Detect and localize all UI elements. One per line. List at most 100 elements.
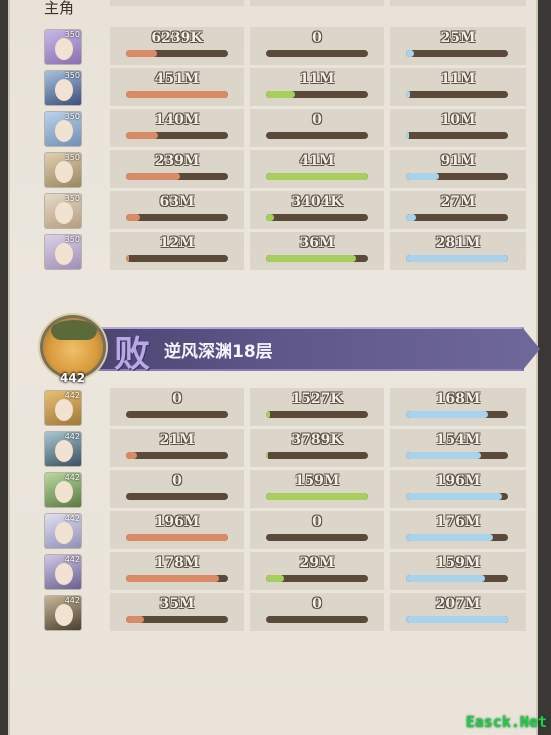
tank-bar	[266, 493, 368, 500]
damage-cell: 0	[110, 388, 244, 426]
hero-stat-row: 350 63M 3404K 27M	[40, 191, 526, 229]
hero-stat-row: 350 6239K 0 25M	[40, 27, 526, 65]
tank-bar	[266, 50, 368, 57]
hero-portrait[interactable]: 350	[44, 234, 82, 270]
damage-bar	[126, 255, 228, 262]
hero-face-icon	[55, 522, 73, 544]
tank-cell: 159M	[250, 470, 384, 508]
banner-ribbon	[94, 327, 524, 371]
heal-bar	[406, 50, 508, 57]
hero-face-icon	[55, 399, 73, 421]
stage-name: 逆风深渊18层	[164, 342, 273, 362]
hero-portrait[interactable]: 350	[44, 193, 82, 229]
heal-value: 91M	[440, 153, 476, 169]
heal-value: 168M	[435, 391, 481, 407]
tank-cell: 11M	[250, 68, 384, 106]
tank-value: 0	[312, 596, 322, 612]
hero-portrait[interactable]: 350	[44, 70, 82, 106]
hero-face-icon	[55, 243, 73, 265]
tank-bar	[266, 91, 368, 98]
tank-bar	[266, 452, 368, 459]
heal-cell: 159M	[390, 552, 526, 590]
heal-value: 154M	[435, 432, 481, 448]
damage-bar	[126, 50, 228, 57]
hero-portrait[interactable]: 442	[44, 513, 82, 549]
heal-bar	[406, 575, 508, 582]
tank-value: 3404K	[291, 194, 343, 210]
damage-value: 63M	[159, 194, 195, 210]
damage-value: 239M	[154, 153, 200, 169]
heal-value: 207M	[435, 596, 481, 612]
damage-value: 196M	[154, 514, 200, 530]
heal-bar	[406, 616, 508, 623]
damage-value: 0	[172, 473, 182, 489]
heal-value: 10M	[440, 112, 476, 128]
heal-cell: 196M	[390, 470, 526, 508]
hero-portrait[interactable]: 350	[44, 29, 82, 65]
tank-cell: 1527K	[250, 388, 384, 426]
heal-value: 27M	[440, 194, 476, 210]
hero-stat-row: 350 451M 11M 11M	[40, 68, 526, 106]
hero-face-icon	[55, 440, 73, 462]
damage-cell: 178M	[110, 552, 244, 590]
tank-value: 41M	[299, 153, 335, 169]
damage-value: 21M	[159, 432, 195, 448]
heal-cell: 176M	[390, 511, 526, 549]
hero-face-icon	[55, 38, 73, 60]
hero-stat-row: 442 196M 0 176M	[40, 511, 526, 549]
heal-cell: 281M	[390, 232, 526, 270]
hero-portrait[interactable]: 442	[44, 595, 82, 631]
damage-cell: 140M	[110, 109, 244, 147]
defeat-mark: 败	[114, 333, 151, 375]
stage-result-banner: 442 败 逆风深渊18层	[38, 315, 540, 387]
hero-portrait[interactable]: 442	[44, 390, 82, 426]
hero-portrait[interactable]: 442	[44, 554, 82, 590]
heal-cell: 168M	[390, 388, 526, 426]
tank-value: 0	[312, 30, 322, 46]
hero-portrait[interactable]: 442	[44, 431, 82, 467]
heal-cell: 25M	[390, 27, 526, 65]
heal-bar	[406, 214, 508, 221]
hero-portrait[interactable]: 442	[44, 472, 82, 508]
protagonist-header-label: 主角	[44, 0, 75, 17]
tank-value: 0	[312, 112, 322, 128]
hero-face-icon	[55, 120, 73, 142]
hero-portrait[interactable]: 350	[44, 111, 82, 147]
heal-cell: 154M	[390, 429, 526, 467]
heal-bar	[406, 493, 508, 500]
hero-stat-row: 350 140M 0 10M	[40, 109, 526, 147]
hero-stat-row: 442 0 1527K 168M	[40, 388, 526, 426]
hero-face-icon	[55, 161, 73, 183]
tank-value: 159M	[294, 473, 340, 489]
header-cell-heal	[390, 0, 526, 6]
damage-bar	[126, 411, 228, 418]
hero-stat-row: 350 12M 36M 281M	[40, 232, 526, 270]
tank-bar	[266, 132, 368, 139]
hero-portrait[interactable]: 350	[44, 152, 82, 188]
damage-cell: 21M	[110, 429, 244, 467]
heal-value: 25M	[440, 30, 476, 46]
damage-cell: 12M	[110, 232, 244, 270]
damage-value: 0	[172, 391, 182, 407]
hero-face-icon	[55, 481, 73, 503]
player-level: 442	[60, 371, 86, 385]
tank-bar	[266, 173, 368, 180]
damage-bar	[126, 616, 228, 623]
tank-bar	[266, 575, 368, 582]
tank-cell: 0	[250, 593, 384, 631]
tank-bar	[266, 534, 368, 541]
tank-cell: 0	[250, 511, 384, 549]
heal-value: 281M	[435, 235, 481, 251]
hero-stat-row: 442 35M 0 207M	[40, 593, 526, 631]
damage-bar	[126, 173, 228, 180]
tank-value: 1527K	[291, 391, 343, 407]
tank-cell: 3404K	[250, 191, 384, 229]
heal-cell: 207M	[390, 593, 526, 631]
player-avatar[interactable]	[40, 315, 106, 379]
heal-value: 11M	[440, 71, 476, 87]
heal-value: 176M	[435, 514, 481, 530]
damage-cell: 239M	[110, 150, 244, 188]
heal-cell: 10M	[390, 109, 526, 147]
heal-value: 196M	[435, 473, 481, 489]
tank-cell: 29M	[250, 552, 384, 590]
